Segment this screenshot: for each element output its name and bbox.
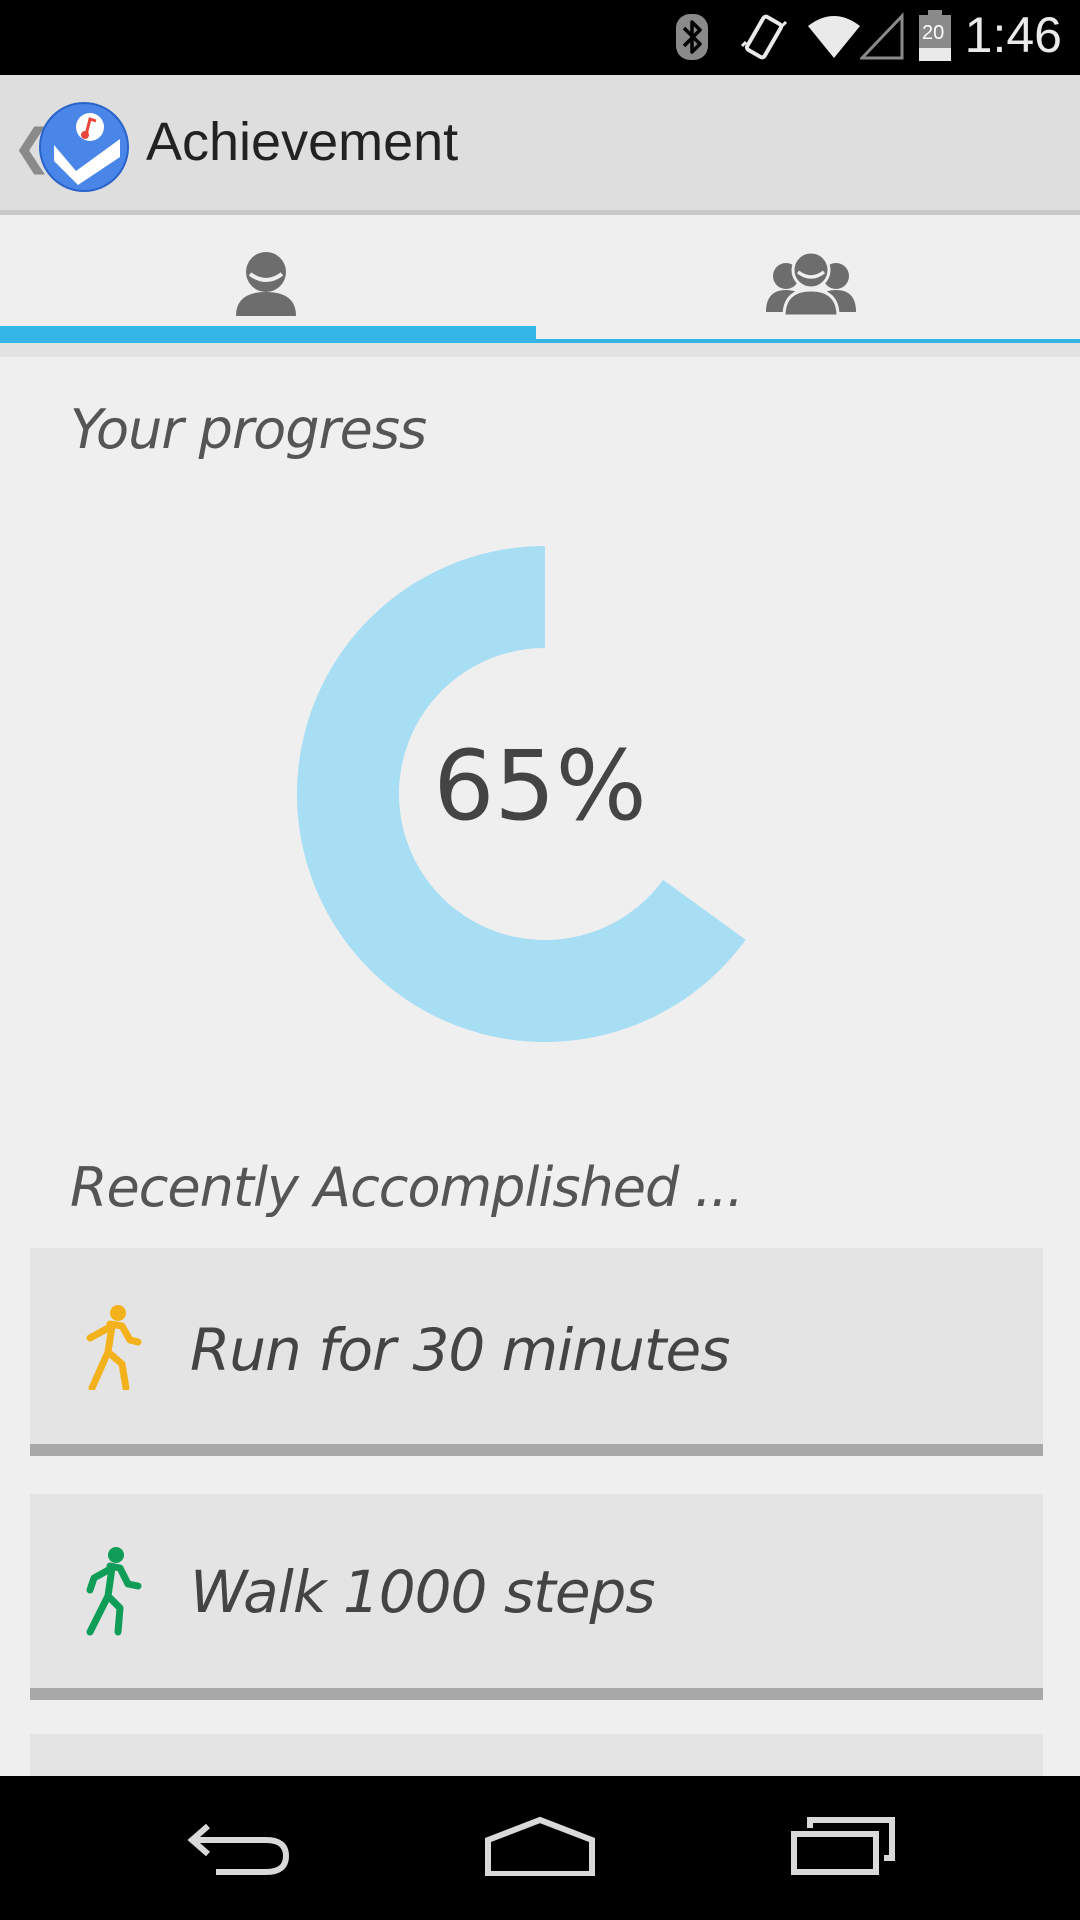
clock: 1:46 [964, 7, 1062, 63]
progress-heading: Your progress [70, 398, 427, 461]
bluetooth-icon [674, 12, 710, 67]
tab-indicator-active [0, 326, 536, 343]
running-person-icon [82, 1304, 142, 1395]
vibrate-icon [738, 12, 790, 69]
recent-apps-icon[interactable] [790, 1816, 896, 1881]
wifi-icon [806, 12, 862, 67]
list-item-label: Run for 30 minutes [190, 1316, 730, 1384]
back-icon[interactable] [186, 1816, 292, 1881]
signal-icon [858, 12, 906, 67]
app-logo-icon[interactable] [38, 101, 130, 193]
list-item-label: Walk 1000 steps [190, 1558, 656, 1626]
person-icon [228, 250, 304, 321]
action-bar: ❮ Achievement [0, 75, 1080, 215]
tab-divider [0, 343, 1080, 357]
list-item[interactable]: Walk 1000 steps [30, 1494, 1043, 1700]
walking-person-icon [82, 1546, 142, 1641]
recent-heading: Recently Accomplished ... [70, 1156, 744, 1219]
page-title: Achievement [146, 112, 459, 172]
tab-group[interactable] [536, 220, 1080, 345]
list-item[interactable]: Run for 30 minutes [30, 1248, 1043, 1456]
status-bar: 20 1:46 [0, 0, 1080, 75]
home-icon[interactable] [484, 1816, 596, 1881]
group-icon [766, 250, 856, 321]
battery-level: 20 [922, 22, 945, 44]
navigation-bar [0, 1776, 1080, 1920]
progress-percentage: 65% [433, 730, 647, 842]
